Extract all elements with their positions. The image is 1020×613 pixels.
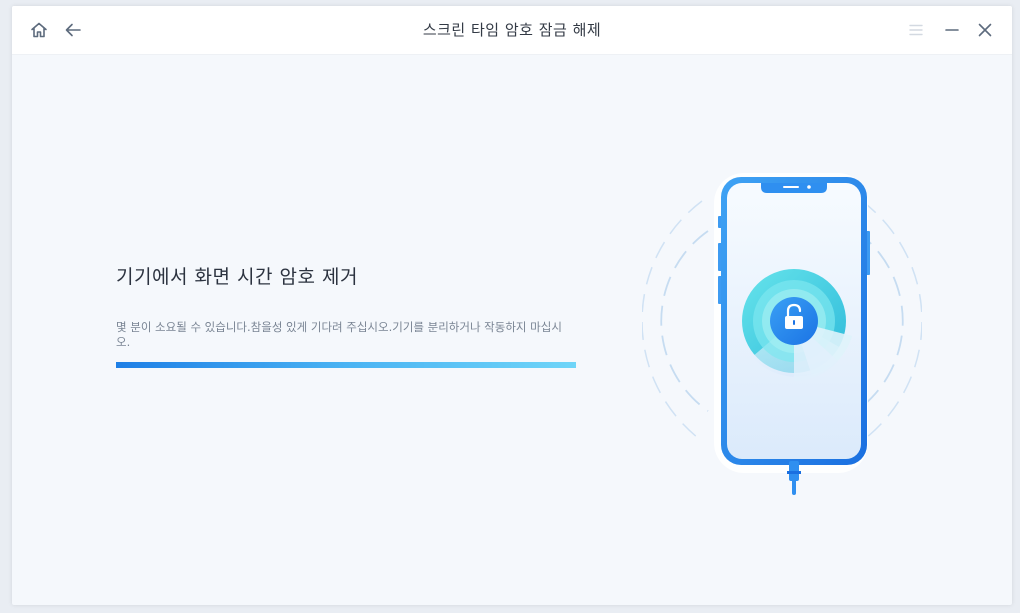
close-icon[interactable] — [973, 18, 997, 42]
app-window: 스크린 타임 암호 잠금 해제 기기에서 화면 시간 암호 제거 몇 분이 소요… — [12, 6, 1012, 605]
window-title: 스크린 타임 암호 잠금 해제 — [422, 21, 602, 39]
progress-bar-fill — [116, 362, 576, 368]
title-bar: 스크린 타임 암호 잠금 해제 — [12, 6, 1012, 55]
progress-bar — [116, 362, 576, 368]
minimize-icon[interactable] — [940, 18, 964, 42]
phone-unlock-graphic — [641, 173, 923, 495]
status-description: 몇 분이 소요될 수 있습니다.참을성 있게 기다려 주십시오.기기를 분리하거… — [116, 320, 562, 349]
phone-unlock-illustration — [641, 161, 923, 506]
page-heading: 기기에서 화면 시간 암호 제거 — [116, 266, 358, 288]
menu-icon[interactable] — [904, 18, 928, 42]
